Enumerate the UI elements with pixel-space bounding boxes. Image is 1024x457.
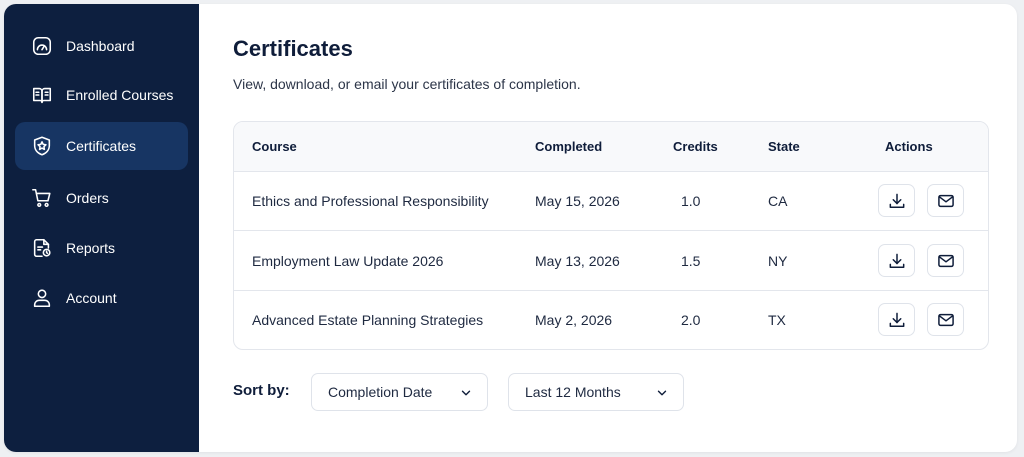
cell-state: NY	[768, 253, 788, 269]
certificates-table: Course Completed Credits State Actions E…	[233, 121, 989, 350]
cell-credits: 1.0	[681, 193, 701, 209]
badge-icon	[31, 135, 53, 157]
cell-course: Ethics and Professional Responsibility	[252, 193, 489, 209]
header-actions: Actions	[885, 139, 933, 154]
cell-credits: 2.0	[681, 312, 701, 328]
cell-course: Employment Law Update 2026	[252, 253, 444, 269]
report-icon	[31, 237, 53, 259]
sort-label: Sort by:	[233, 382, 290, 399]
chevron-down-icon	[461, 390, 471, 396]
table-row: Employment Law Update 2026 May 13, 2026 …	[234, 232, 988, 291]
chevron-down-icon	[657, 390, 667, 396]
sidebar-item-label: Reports	[66, 240, 116, 256]
mail-icon	[937, 313, 954, 326]
date-range-value: Last 12 Months	[525, 384, 621, 400]
download-button[interactable]	[878, 303, 915, 336]
page-title: Certificates	[233, 36, 353, 61]
mail-icon	[937, 194, 954, 207]
email-button[interactable]	[927, 303, 964, 336]
cell-completed: May 13, 2026	[535, 253, 620, 269]
date-range-select[interactable]: Last 12 Months	[508, 373, 684, 411]
sidebar-item-certificates[interactable]: Certificates	[15, 122, 188, 170]
app-window: Dashboard Enrolled Courses Certificates	[4, 4, 1017, 452]
gauge-icon	[31, 35, 53, 57]
cell-course: Advanced Estate Planning Strategies	[252, 312, 484, 328]
sidebar-item-enrolled-courses[interactable]: Enrolled Courses	[15, 71, 188, 119]
sidebar-item-label: Orders	[66, 190, 109, 206]
mail-icon	[937, 254, 954, 267]
sidebar-item-label: Account	[66, 290, 117, 306]
sidebar: Dashboard Enrolled Courses Certificates	[4, 4, 199, 452]
cell-credits: 1.5	[681, 253, 701, 269]
table-header: Course Completed Credits State Actions	[234, 122, 988, 172]
sidebar-item-label: Dashboard	[66, 38, 135, 54]
sidebar-item-account[interactable]: Account	[15, 274, 188, 322]
sort-order-value: Completion Date	[328, 384, 433, 400]
main-content: Certificates View, download, or email yo…	[199, 4, 1017, 452]
sort-order-select[interactable]: Completion Date	[311, 373, 488, 411]
cell-completed: May 15, 2026	[535, 193, 620, 209]
cart-icon	[31, 187, 53, 209]
header-completed[interactable]: Completed	[535, 139, 602, 154]
email-button[interactable]	[927, 244, 964, 277]
sidebar-item-label: Certificates	[66, 138, 137, 154]
page-subtitle: View, download, or email your certificat…	[233, 76, 581, 92]
download-icon	[889, 253, 904, 268]
user-icon	[31, 287, 53, 309]
cell-completed: May 2, 2026	[535, 312, 613, 328]
download-icon	[889, 312, 904, 327]
cell-state: CA	[768, 193, 788, 209]
table-row: Ethics and Professional Responsibility M…	[234, 172, 988, 231]
download-button[interactable]	[878, 184, 915, 217]
sidebar-item-reports[interactable]: Reports	[15, 224, 188, 272]
sidebar-item-orders[interactable]: Orders	[15, 174, 188, 222]
download-button[interactable]	[878, 244, 915, 277]
header-credits[interactable]: Credits	[673, 139, 718, 154]
header-course[interactable]: Course	[252, 139, 297, 154]
download-icon	[889, 193, 904, 208]
email-button[interactable]	[927, 184, 964, 217]
table-row: Advanced Estate Planning Strategies May …	[234, 291, 988, 349]
cell-state: TX	[768, 312, 786, 328]
sidebar-item-label: Enrolled Courses	[66, 87, 174, 103]
header-state[interactable]: State	[768, 139, 800, 154]
book-icon	[31, 84, 53, 106]
sidebar-item-dashboard[interactable]: Dashboard	[15, 22, 188, 70]
